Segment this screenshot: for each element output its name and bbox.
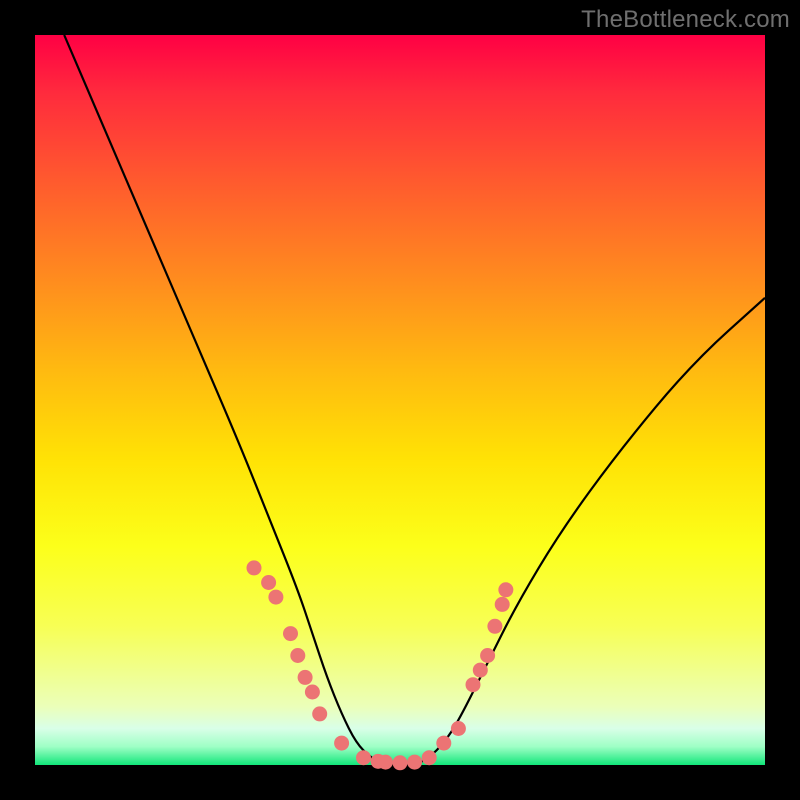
bottleneck-curve: [64, 35, 765, 765]
marker-dot: [487, 619, 502, 634]
marker-dot: [305, 685, 320, 700]
marker-dot: [261, 575, 276, 590]
marker-dot: [247, 560, 262, 575]
data-markers: [247, 560, 514, 770]
marker-dot: [290, 648, 305, 663]
marker-dot: [495, 597, 510, 612]
marker-dot: [356, 750, 371, 765]
marker-dot: [268, 590, 283, 605]
plot-area: [35, 35, 765, 765]
marker-dot: [393, 755, 408, 770]
marker-dot: [312, 706, 327, 721]
marker-dot: [436, 736, 451, 751]
marker-dot: [466, 677, 481, 692]
marker-dot: [283, 626, 298, 641]
marker-dot: [451, 721, 466, 736]
chart-frame: TheBottleneck.com: [0, 0, 800, 800]
marker-dot: [334, 736, 349, 751]
marker-dot: [298, 670, 313, 685]
chart-svg: [35, 35, 765, 765]
watermark-text: TheBottleneck.com: [581, 6, 790, 34]
marker-dot: [480, 648, 495, 663]
marker-dot: [498, 582, 513, 597]
marker-dot: [407, 755, 422, 770]
marker-dot: [378, 755, 393, 770]
marker-dot: [473, 663, 488, 678]
marker-dot: [422, 750, 437, 765]
